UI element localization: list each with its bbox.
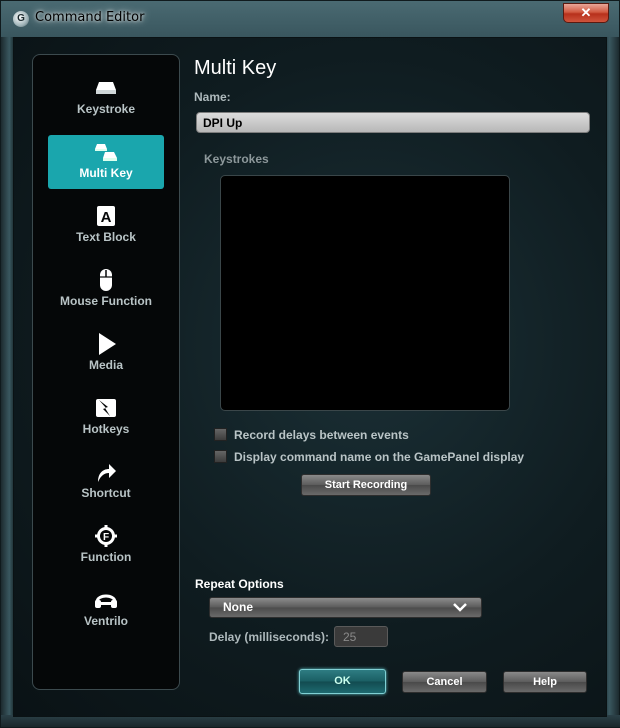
repeat-selected-value: None bbox=[223, 600, 253, 614]
help-button[interactable]: Help bbox=[503, 671, 587, 693]
start-recording-button[interactable]: Start Recording bbox=[301, 474, 431, 496]
hotkey-icon bbox=[96, 399, 116, 417]
frame-left-edge bbox=[1, 37, 13, 717]
logitech-app-icon: G bbox=[13, 11, 29, 27]
repeat-options-heading: Repeat Options bbox=[195, 577, 284, 591]
display-command-name-label: Display command name on the GamePanel di… bbox=[234, 449, 525, 464]
sidebar-item-label: Mouse Function bbox=[60, 294, 152, 308]
sidebar-item-label: Shortcut bbox=[81, 486, 131, 500]
delay-label: Delay (milliseconds): bbox=[209, 630, 330, 644]
sidebar-item-label: Function bbox=[80, 550, 132, 564]
ok-button[interactable]: OK bbox=[299, 669, 386, 694]
headset-icon bbox=[95, 594, 117, 608]
shortcut-arrow-icon bbox=[98, 464, 116, 482]
record-delays-option[interactable]: Record delays between events bbox=[214, 427, 409, 443]
sidebar-item-text-block[interactable]: A Text Block bbox=[48, 199, 164, 253]
title-bar[interactable]: G Command Editor ✕ bbox=[1, 1, 620, 37]
repeat-options-dropdown[interactable]: None bbox=[209, 597, 482, 618]
text-block-glyph: A bbox=[101, 209, 112, 226]
window-title: Command Editor bbox=[35, 10, 145, 25]
page-title: Multi Key bbox=[194, 57, 277, 79]
keystrokes-label: Keystrokes bbox=[204, 152, 269, 166]
sidebar-item-label: Text Block bbox=[76, 230, 136, 244]
record-delays-label: Record delays between events bbox=[234, 427, 409, 442]
command-name-input[interactable] bbox=[196, 112, 590, 133]
delay-input[interactable] bbox=[334, 626, 388, 647]
close-window-button[interactable]: ✕ bbox=[563, 3, 609, 23]
text-block-icon: A bbox=[97, 206, 115, 226]
function-glyph: F bbox=[103, 532, 109, 543]
function-gear-icon: F bbox=[95, 525, 117, 547]
sidebar-item-label: Hotkeys bbox=[82, 422, 130, 436]
cancel-button[interactable]: Cancel bbox=[402, 671, 487, 693]
sidebar-item-shortcut[interactable]: Shortcut bbox=[48, 455, 164, 509]
sidebar-item-label: Media bbox=[88, 358, 123, 372]
sidebar-item-mouse-function[interactable]: Mouse Function bbox=[48, 263, 164, 317]
sidebar-item-label: Multi Key bbox=[79, 166, 133, 180]
sidebar-item-ventrilo[interactable]: Ventrilo bbox=[48, 583, 164, 637]
sidebar-item-media[interactable]: Media bbox=[48, 327, 164, 381]
record-delays-checkbox[interactable] bbox=[214, 428, 227, 442]
sidebar-item-multi-key[interactable]: Multi Key bbox=[48, 135, 164, 189]
sidebar-item-label: Keystroke bbox=[76, 102, 136, 116]
sidebar-item-function[interactable]: F Function bbox=[48, 519, 164, 573]
display-command-name-checkbox[interactable] bbox=[214, 450, 227, 464]
frame-right-edge bbox=[605, 37, 619, 717]
name-field-label: Name: bbox=[194, 90, 231, 104]
keystrokes-list[interactable] bbox=[220, 175, 510, 411]
sidebar-item-label: Ventrilo bbox=[83, 614, 128, 628]
command-type-sidebar: Keystroke Multi Key A Text Block Mouse F… bbox=[32, 54, 180, 690]
multi-keycap-icon bbox=[95, 144, 117, 161]
sidebar-item-keystroke[interactable]: Keystroke bbox=[48, 71, 164, 125]
display-command-name-option[interactable]: Display command name on the GamePanel di… bbox=[214, 449, 524, 465]
play-icon bbox=[99, 333, 116, 355]
mouse-icon bbox=[100, 269, 112, 291]
sidebar-item-hotkeys[interactable]: Hotkeys bbox=[48, 391, 164, 445]
close-icon: ✕ bbox=[580, 5, 592, 20]
chevron-down-icon bbox=[453, 603, 467, 612]
keycap-icon bbox=[96, 82, 116, 94]
